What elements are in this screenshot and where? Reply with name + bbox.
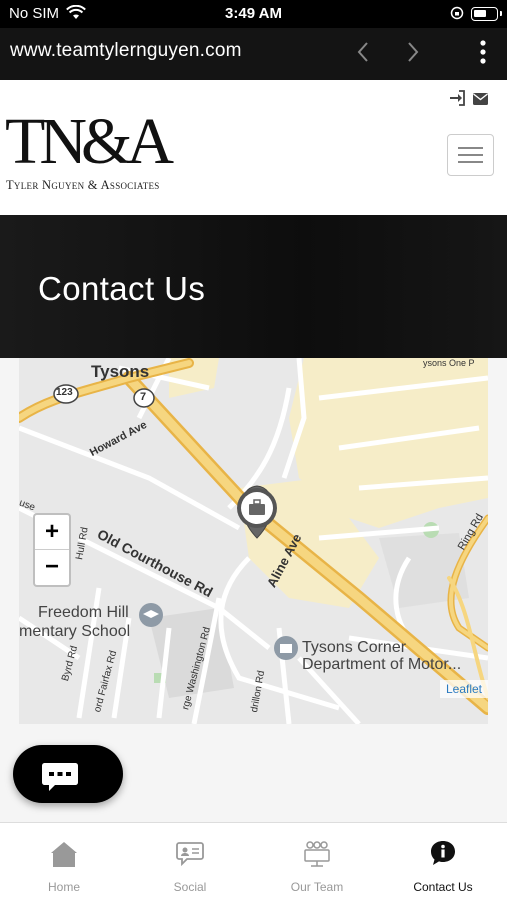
logo-mark[interactable]: TN&A xyxy=(5,107,174,177)
site-header: TN&A Tyler Nguyen & Associates xyxy=(0,80,507,215)
battery-icon xyxy=(471,7,502,21)
bottom-tab-bar: Home Social Our Team Contact Us xyxy=(0,822,507,900)
info-icon xyxy=(428,839,458,869)
screen: No SIM 3:49 AM www.teamtylernguyen.com T… xyxy=(0,0,507,900)
zoom-control: + − xyxy=(33,513,71,587)
zoom-in-button[interactable]: + xyxy=(35,515,69,550)
back-icon[interactable] xyxy=(355,40,371,69)
status-bar: No SIM 3:49 AM xyxy=(0,0,507,28)
hero-banner: Contact Us xyxy=(0,215,507,358)
map-label-school: mentary School xyxy=(19,623,131,640)
browser-toolbar: www.teamtylernguyen.com xyxy=(0,28,507,80)
zoom-out-button[interactable]: − xyxy=(35,550,69,585)
address-bar[interactable]: www.teamtylernguyen.com xyxy=(10,40,242,62)
chat-bubble-icon xyxy=(41,761,79,798)
map-label-tysons: Tysons xyxy=(91,362,150,381)
route-123-shield: 123 xyxy=(56,387,73,398)
chat-button[interactable] xyxy=(13,745,123,803)
mail-icon[interactable] xyxy=(473,92,488,110)
tab-social[interactable]: Social xyxy=(127,823,253,900)
tab-label: Home xyxy=(47,880,80,894)
page-title: Contact Us xyxy=(38,270,206,307)
route-7-shield: 7 xyxy=(140,391,147,403)
tab-label: Our Team xyxy=(290,880,344,894)
menu-bar-1 xyxy=(458,147,483,149)
tab-home[interactable]: Home xyxy=(1,823,127,900)
tab-contact-us[interactable]: Contact Us xyxy=(380,823,506,900)
menu-bar-2 xyxy=(458,154,483,156)
tab-label: Contact Us xyxy=(413,880,473,894)
team-icon xyxy=(302,839,332,869)
menu-bar-3 xyxy=(458,161,483,163)
logo-tagline: Tyler Nguyen & Associates xyxy=(6,178,160,192)
forward-icon[interactable] xyxy=(405,40,421,69)
tab-our-team[interactable]: Our Team xyxy=(254,823,380,900)
map-label-tysons-corner: Tysons Corner xyxy=(302,639,407,656)
orientation-lock-icon xyxy=(450,6,464,24)
location-map[interactable]: Tysons 123 7 Howard Ave Old Courthouse R… xyxy=(19,358,488,724)
map-label-dmv: Department of Motor... xyxy=(302,656,462,673)
tab-label: Social xyxy=(173,880,207,894)
leaflet-attribution-link[interactable]: Leaflet xyxy=(439,680,488,698)
social-icon xyxy=(175,839,205,869)
map-label-tysons-one: ysons One P xyxy=(423,358,475,368)
clock: 3:49 AM xyxy=(225,5,282,22)
home-icon xyxy=(49,839,79,869)
map-label-freedom-hill: Freedom Hill xyxy=(38,604,129,621)
menu-toggle-button[interactable] xyxy=(447,134,494,176)
login-icon[interactable] xyxy=(449,90,465,111)
more-menu-icon[interactable] xyxy=(478,39,488,70)
